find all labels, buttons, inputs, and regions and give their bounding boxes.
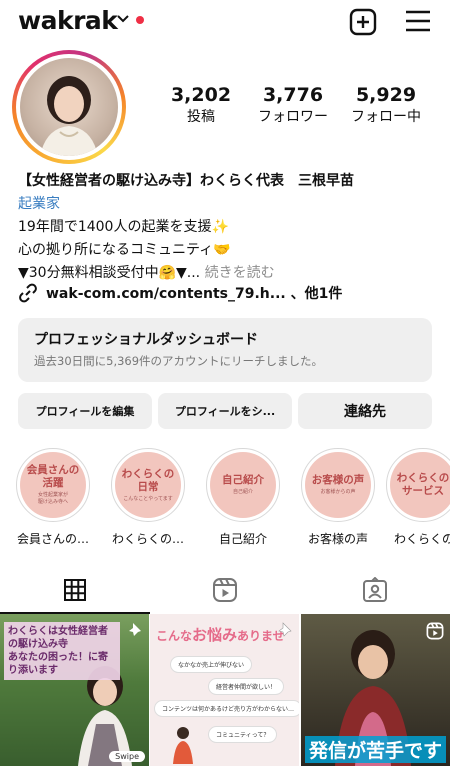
highlight-item[interactable]: 会員さんの 活躍 女性起業家が 駆け込み寺へ 会員さんの… xyxy=(13,448,93,547)
highlight-cover: 自己紹介 自己紹介 xyxy=(210,452,276,518)
highlight-cover-title: わくらくの 日常 xyxy=(121,467,175,493)
highlight-cover-title: 自己紹介 xyxy=(222,474,264,486)
contact-button[interactable]: 連絡先 xyxy=(298,393,432,429)
post-title-pre: こんな xyxy=(156,629,193,643)
category-label: 起業家 xyxy=(18,196,60,212)
concern-bubble: コミュニティって？ xyxy=(208,726,278,743)
external-link[interactable]: wak-com.com/contents_79.h... 、他1件 xyxy=(18,282,342,304)
highlight-item[interactable]: わくらくの サービス わくらくの… xyxy=(386,448,450,547)
post-caption-overlay: わくらくは女性経営者の駆け込み寺 あなたの困った！に寄り添います xyxy=(4,622,120,680)
display-name: 【女性経営者の駆け込み寺】わくらく代表 三根早苗 xyxy=(18,173,354,189)
highlight-caption: わくらくの… xyxy=(111,532,184,546)
concern-bubble: 経営者仲間が欲しい！ xyxy=(208,678,285,695)
post-thumbnail[interactable]: こんなお悩みありませ なかなか売上が伸びない 経営者仲間が欲しい！ コンテンツは… xyxy=(150,614,299,766)
hamburger-menu-icon[interactable] xyxy=(405,9,431,33)
link-icon xyxy=(19,283,37,303)
post-title-emphasis: お悩み xyxy=(192,626,238,644)
person-illustration xyxy=(173,727,193,764)
bio: 【女性経営者の駆け込み寺】わくらく代表 三根早苗 起業家 19年間で1400人の… xyxy=(18,170,438,285)
notification-dot xyxy=(136,16,144,24)
plus-square-icon[interactable] xyxy=(349,8,377,36)
stat-posts-count: 3,202 xyxy=(170,84,232,106)
post-thumbnail[interactable]: 発信が苦手です xyxy=(301,614,450,766)
post-grid: わくらくは女性経営者の駆け込み寺 あなたの困った！に寄り添います Swipe こ… xyxy=(0,614,450,766)
highlight-cover-sub: こんなことやってます xyxy=(123,495,173,502)
post-thumbnail[interactable]: わくらくは女性経営者の駆け込み寺 あなたの困った！に寄り添います Swipe xyxy=(0,614,149,766)
highlight-item[interactable]: お客様の声 お客様からの声 お客様の声 xyxy=(298,448,378,547)
highlight-cover-sub: 女性起業家が 駆け込み寺へ xyxy=(37,492,68,505)
external-link-text: wak-com.com/contents_79.h... 、他1件 xyxy=(46,286,343,302)
highlight-cover-title: わくらくの サービス xyxy=(396,472,450,497)
read-more-link[interactable]: 続きを読む xyxy=(205,265,275,281)
highlight-caption: わくらくの… xyxy=(394,532,450,546)
post-caption-overlay: 発信が苦手です xyxy=(305,736,447,763)
highlight-cover-title: お客様の声 xyxy=(311,474,365,486)
stat-following-count: 5,929 xyxy=(355,84,417,106)
bio-line-2: 心の拠り所になるコミュニティ🤝 xyxy=(18,242,231,258)
stat-followers-label: フォロワー xyxy=(258,109,328,125)
dashboard-subtitle: 過去30日間に5,369件のアカウントにリーチしました。 xyxy=(34,354,324,368)
concern-bubble: なかなか売上が伸びない xyxy=(170,656,253,673)
tagged-icon xyxy=(363,577,387,602)
highlight-caption: 会員さんの… xyxy=(16,532,89,546)
highlight-caption: 自己紹介 xyxy=(218,532,267,546)
share-profile-button[interactable]: プロフィールをシ... xyxy=(158,393,292,429)
concern-bubble: コンテンツは何かあるけど売り方がわからない… xyxy=(154,700,299,717)
reels-icon xyxy=(213,578,237,602)
dashboard-title: プロフェッショナルダッシュボード xyxy=(34,332,258,348)
username[interactable]: wakrak xyxy=(18,6,118,35)
profile-tabs xyxy=(0,566,450,614)
edit-profile-button[interactable]: プロフィールを編集 xyxy=(18,393,152,429)
chevron-down-icon[interactable] xyxy=(116,12,130,26)
profile-header: wakrak xyxy=(0,0,450,44)
highlight-cover: わくらくの 日常 こんなことやってます xyxy=(115,452,181,518)
bio-line-1: 19年間で1400人の起業を支援✨ xyxy=(18,219,229,235)
post-title: こんなお悩みありませ xyxy=(156,624,285,645)
reels-icon xyxy=(426,622,444,640)
highlight-caption: お客様の声 xyxy=(307,532,368,546)
avatar-portrait xyxy=(40,76,98,156)
pin-icon xyxy=(129,623,141,636)
stat-followers-count: 3,776 xyxy=(262,84,324,106)
tab-reels[interactable] xyxy=(150,566,300,614)
story-ring[interactable] xyxy=(12,50,126,164)
stat-posts-label: 投稿 xyxy=(187,109,215,125)
tab-tagged[interactable] xyxy=(300,566,450,614)
stat-following[interactable]: 5,929 フォロー中 xyxy=(336,84,436,126)
stat-posts[interactable]: 3,202 投稿 xyxy=(151,84,251,126)
avatar[interactable] xyxy=(20,58,118,156)
highlight-cover-sub: お客様からの声 xyxy=(320,489,356,495)
tab-grid[interactable] xyxy=(0,566,150,614)
professional-dashboard[interactable]: プロフェッショナルダッシュボード 過去30日間に5,369件のアカウントにリーチ… xyxy=(18,318,432,382)
stat-following-label: フォロー中 xyxy=(351,109,421,125)
pin-icon xyxy=(278,622,292,637)
highlight-cover-sub: 自己紹介 xyxy=(232,489,253,495)
bio-line-3: ▼30分無料相談受付中🤗▼... xyxy=(18,265,201,281)
highlight-cover: 会員さんの 活躍 女性起業家が 駆け込み寺へ xyxy=(20,452,86,518)
highlight-item[interactable]: わくらくの 日常 こんなことやってます わくらくの… xyxy=(108,448,188,547)
stat-followers[interactable]: 3,776 フォロワー xyxy=(243,84,343,126)
highlight-cover-title: 会員さんの 活躍 xyxy=(26,464,80,489)
highlight-cover: お客様の声 お客様からの声 xyxy=(305,452,371,518)
grid-icon xyxy=(64,579,86,601)
swipe-label: Swipe xyxy=(109,751,145,762)
highlight-cover: わくらくの サービス xyxy=(390,452,450,518)
highlight-item[interactable]: 自己紹介 自己紹介 自己紹介 xyxy=(203,448,283,547)
